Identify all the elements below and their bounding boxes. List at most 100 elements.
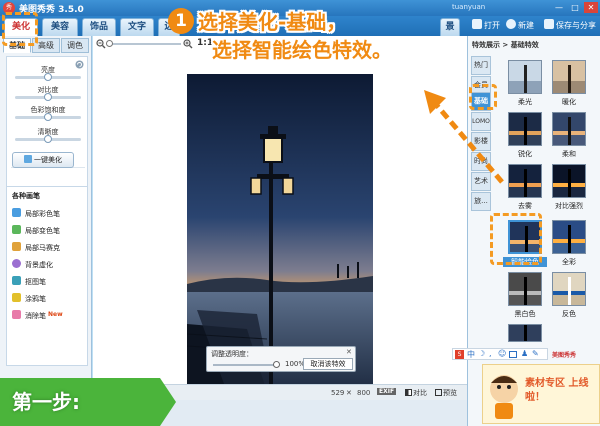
zoom-slider[interactable]: [106, 40, 181, 47]
brush-local-color[interactable]: 局部彩色笔: [12, 208, 60, 219]
user-icon[interactable]: ♟: [521, 349, 528, 358]
save-share-label: 保存与分享: [556, 21, 596, 30]
zoom-out-icon[interactable]: [96, 39, 106, 49]
effect-label: 暖化: [562, 98, 576, 106]
opacity-knob[interactable]: [273, 361, 280, 368]
category-hot[interactable]: 热门: [471, 56, 491, 75]
moon-icon[interactable]: ☽: [478, 349, 485, 358]
preview-button[interactable]: 预览: [435, 388, 457, 398]
effect-thumb-warm[interactable]: [552, 60, 586, 94]
brush-doodle[interactable]: 涂鸦笔: [12, 293, 46, 304]
brush-blur-background[interactable]: 背景虚化: [12, 259, 53, 270]
image-width: 529: [331, 389, 345, 397]
preview-icon: [435, 389, 442, 396]
compare-button[interactable]: 对比: [405, 388, 427, 398]
effect-label: 去雾: [518, 202, 532, 210]
effect-label: 柔和: [562, 150, 576, 158]
brightness-knob[interactable]: [44, 73, 52, 81]
cancel-effect-button[interactable]: 取消该特效: [303, 358, 353, 370]
brush-label: 涂鸦笔: [25, 295, 46, 303]
account-name[interactable]: tuanyuan: [452, 3, 485, 11]
saturation-slider[interactable]: [15, 113, 81, 121]
preview-label: 预览: [443, 389, 457, 397]
lang-icon[interactable]: 中: [467, 349, 475, 360]
opacity-close-icon[interactable]: ✕: [346, 348, 352, 356]
brush-title: 各种画笔: [12, 192, 40, 200]
minimize-button[interactable]: —: [552, 2, 566, 13]
effect-label: 对比强烈: [555, 202, 583, 210]
brush-label: 局部变色笔: [25, 227, 60, 235]
contrast-knob[interactable]: [44, 93, 52, 101]
color-brush-icon: [12, 208, 21, 217]
instruction-line-2: 选择智能绘色特效。: [212, 38, 392, 62]
tab-scene[interactable]: 景: [440, 18, 460, 36]
effect-thumb-black-white[interactable]: [508, 272, 542, 306]
brush-label: 抠图笔: [25, 278, 46, 286]
opacity-value: 100%: [285, 360, 306, 368]
tab-beauty[interactable]: 美容: [42, 18, 78, 36]
effect-thumb-invert[interactable]: [552, 272, 586, 306]
cartoon-icon: [490, 375, 518, 419]
subtab-color[interactable]: 调色: [61, 38, 89, 53]
save-icon: [544, 19, 554, 29]
sharpness-knob[interactable]: [44, 135, 52, 143]
folder-icon: [472, 19, 482, 29]
highlight-beautify-tab: [2, 12, 38, 46]
contrast-slider[interactable]: [15, 93, 81, 101]
opacity-title: 调整透明度：: [211, 350, 253, 358]
adjust-panel: 亮度 对比度 色彩饱和度 清晰度: [6, 56, 88, 204]
tool-icon[interactable]: ✎: [532, 349, 539, 358]
open-button[interactable]: 打开: [472, 19, 500, 33]
sharpness-slider[interactable]: [15, 135, 81, 143]
app-window: 秀 美图秀秀 3.5.0 tuanyuan — □ ✕ 美化 美容 饰品 文字 …: [0, 0, 600, 426]
zoom-knob[interactable]: [106, 40, 113, 47]
cutout-icon: [12, 276, 21, 285]
zoom-ratio[interactable]: 1:1: [197, 38, 213, 48]
maximize-button[interactable]: □: [568, 2, 582, 13]
close-button[interactable]: ✕: [584, 2, 598, 13]
brand-label: 美图秀秀: [552, 352, 577, 359]
input-method-icon[interactable]: S: [455, 350, 464, 359]
opacity-slider[interactable]: [213, 361, 280, 368]
punct-icon[interactable]: ,: [489, 349, 492, 358]
new-button[interactable]: 新建: [506, 19, 534, 33]
promo-banner[interactable]: 素材专区 上线啦！: [482, 364, 600, 424]
brush-mosaic[interactable]: 局部马赛克: [12, 242, 60, 253]
doodle-icon: [12, 293, 21, 302]
dimension-separator: ✕: [346, 389, 352, 397]
exif-button[interactable]: EXIF: [377, 388, 397, 395]
promo-text: 素材专区 上线啦！: [525, 378, 589, 403]
brush-eraser[interactable]: 消除笔 New: [12, 310, 63, 321]
breadcrumb: 特效展示 > 基础特效: [472, 41, 539, 49]
left-panel: 基础 高级 调色 亮度 对比度 色彩饱和度 清晰度 一键美化 各种画笔 局部彩色…: [0, 36, 92, 400]
keyboard-icon[interactable]: [509, 351, 517, 358]
zoom-in-icon[interactable]: [183, 39, 193, 49]
blur-icon: [12, 259, 21, 268]
saturation-knob[interactable]: [44, 113, 52, 121]
tray-toolbar: S 中 ☽ , ☺ ♟ ✎: [452, 348, 548, 360]
effect-thumb-more[interactable]: [508, 324, 542, 342]
brush-label: 消除笔: [25, 312, 46, 320]
brush-panel: 各种画笔 局部彩色笔 局部变色笔 局部马赛克 背景虚化 抠图笔 涂鸦笔 消除笔 N…: [6, 186, 88, 366]
wand-icon: [24, 155, 32, 163]
effect-thumb-high-contrast[interactable]: [552, 164, 586, 198]
new-badge: New: [48, 311, 63, 318]
one-key-beautify-button[interactable]: 一键美化: [12, 152, 74, 168]
brush-label: 背景虚化: [25, 261, 53, 269]
effect-thumb-soft[interactable]: [552, 112, 586, 146]
compare-label: 对比: [413, 389, 427, 397]
image-height: 800: [357, 389, 371, 397]
save-share-button[interactable]: 保存与分享: [544, 19, 596, 33]
mosaic-icon: [12, 242, 21, 251]
brush-label: 局部马赛克: [25, 244, 60, 252]
effect-thumb-full-color[interactable]: [552, 220, 586, 254]
tab-text[interactable]: 文字: [120, 18, 154, 36]
one-key-label: 一键美化: [34, 156, 62, 164]
brush-cutout[interactable]: 抠图笔: [12, 276, 46, 287]
tab-accessories[interactable]: 饰品: [82, 18, 116, 36]
highlight-smart-color: [490, 213, 542, 265]
brightness-slider[interactable]: [15, 73, 81, 81]
brush-local-recolor[interactable]: 局部变色笔: [12, 225, 60, 236]
emoji-icon[interactable]: ☺: [498, 349, 506, 358]
effect-label: 黑白色: [514, 310, 536, 318]
